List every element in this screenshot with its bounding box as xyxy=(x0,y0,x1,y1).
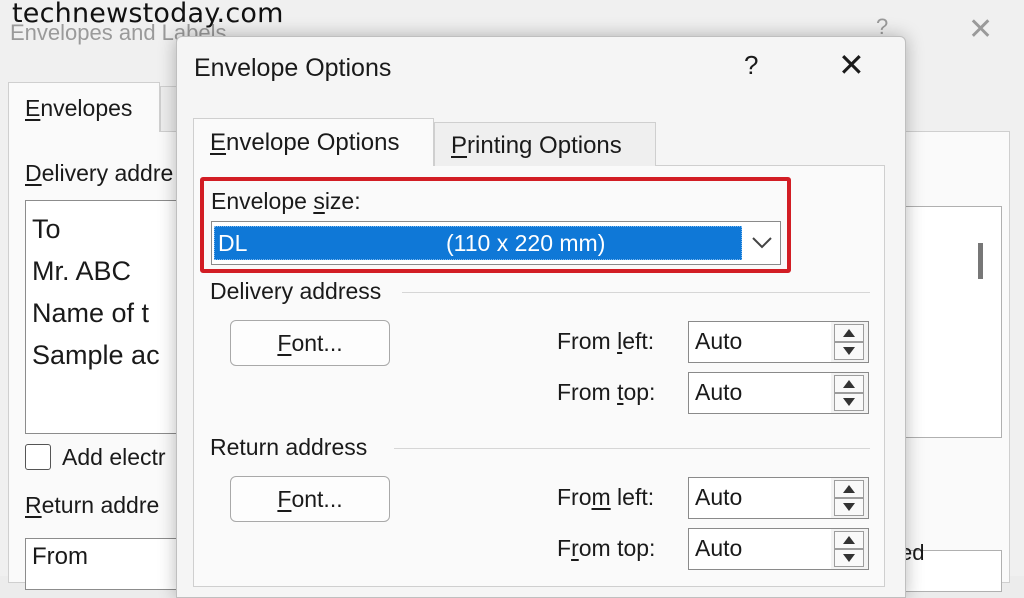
tab-printing-options-label: rinting Options xyxy=(467,132,622,159)
delivery-from-top-label: From top: xyxy=(557,379,655,406)
add-electronic-postage-label: Add electr xyxy=(62,444,166,470)
delivery-from-left-post: eft: xyxy=(622,328,655,354)
return-from-top-input[interactable]: Auto xyxy=(688,528,833,570)
spin-up-icon[interactable] xyxy=(834,324,864,342)
close-icon[interactable]: ✕ xyxy=(838,46,865,84)
return-from-left-accesskey: m xyxy=(591,484,611,510)
return-address-label: Return addre xyxy=(25,492,159,519)
return-from-top-spinner xyxy=(831,528,869,570)
return-font-label: ont... xyxy=(291,486,343,512)
tab-envelopes-accesskey: E xyxy=(25,95,41,121)
delivery-from-left-label: From left: xyxy=(557,328,654,355)
watermark: technewstoday.com xyxy=(12,0,284,29)
spin-up-icon[interactable] xyxy=(834,375,864,393)
spin-up-icon[interactable] xyxy=(834,531,864,549)
tab-envelopes-label: nvelopes xyxy=(40,95,133,121)
help-icon[interactable]: ? xyxy=(744,50,758,81)
return-from-left-spinner xyxy=(831,477,869,519)
delivery-from-left-spinner xyxy=(831,321,869,363)
delivery-address-label: Delivery addre xyxy=(25,160,173,187)
return-address-accesskey: R xyxy=(25,492,42,518)
section-divider xyxy=(402,292,870,293)
delivery-from-left-pre: From xyxy=(557,328,618,354)
return-from-left-label: From left: xyxy=(557,484,654,511)
address-line: Mr. ABC xyxy=(32,256,132,286)
preview-box xyxy=(905,206,1002,438)
return-from-top-label: From top: xyxy=(557,535,655,562)
return-from-top-post: om top: xyxy=(578,535,656,561)
return-address-section-label: Return address xyxy=(210,434,368,460)
return-from-left-pre: Fro xyxy=(557,484,592,510)
return-from-left-post: left: xyxy=(610,484,655,510)
return-from-top-pre: F xyxy=(557,535,572,561)
return-from-left-input[interactable]: Auto xyxy=(688,477,833,519)
delivery-address-label-text: elivery addre xyxy=(41,160,174,186)
delivery-from-top-spinner xyxy=(831,372,869,414)
spin-down-icon[interactable] xyxy=(834,498,864,516)
dialog-title: Envelope Options xyxy=(194,54,392,82)
delivery-from-left-input[interactable]: Auto xyxy=(688,321,833,363)
spin-down-icon[interactable] xyxy=(834,393,864,411)
delivery-from-top-input[interactable]: Auto xyxy=(688,372,833,414)
section-divider xyxy=(394,448,870,449)
delivery-from-top-post: op: xyxy=(623,379,656,405)
delivery-font-button[interactable]: Font... xyxy=(230,320,390,366)
tab-envelopes[interactable]: Envelopes xyxy=(8,82,160,132)
tab-envelope-options[interactable]: Envelope Options xyxy=(193,118,434,166)
delivery-from-top-pre: From xyxy=(557,379,618,405)
delivery-address-accesskey: D xyxy=(25,160,42,186)
tab-printing-options-accesskey: P xyxy=(451,132,468,159)
tab-envelope-options-label: nvelope Options xyxy=(226,129,400,156)
tab-printing-options[interactable]: Printing Options xyxy=(434,122,656,166)
address-line: Sample ac xyxy=(32,340,160,370)
return-from-top-accesskey: r xyxy=(571,535,579,561)
background-close-icon[interactable]: ✕ xyxy=(968,12,993,47)
highlight-box xyxy=(200,177,791,273)
return-address-value: From xyxy=(32,543,88,570)
spin-down-icon[interactable] xyxy=(834,549,864,567)
return-address-label-text: eturn addre xyxy=(41,492,160,518)
scrollbar-thumb[interactable] xyxy=(978,243,983,279)
return-font-button[interactable]: Font... xyxy=(230,476,390,522)
address-line: To xyxy=(32,214,61,244)
spin-down-icon[interactable] xyxy=(834,342,864,360)
delivery-font-label: ont... xyxy=(291,330,343,356)
delivery-address-section-label: Delivery address xyxy=(210,278,382,304)
delivery-font-accesskey: F xyxy=(277,330,292,356)
tab-envelope-options-accesskey: E xyxy=(210,129,227,156)
add-electronic-postage-checkbox[interactable] xyxy=(25,444,51,470)
return-font-accesskey: F xyxy=(277,486,292,512)
address-line: Name of t xyxy=(32,298,150,328)
spin-up-icon[interactable] xyxy=(834,480,864,498)
